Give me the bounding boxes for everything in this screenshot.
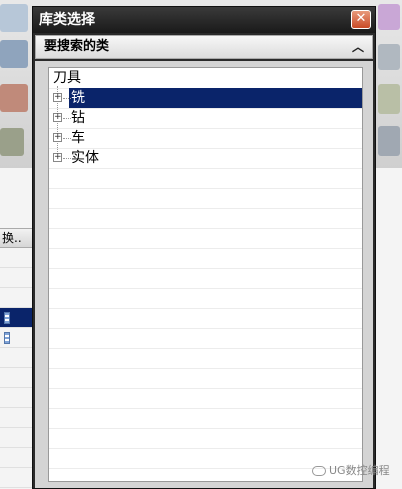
tree-node-drill-label: 钻 xyxy=(71,110,85,126)
grid-line xyxy=(49,388,362,389)
tree-node-turn-label: 车 xyxy=(71,130,85,146)
watermark: UG数控编程 xyxy=(312,462,390,478)
grid-line xyxy=(49,448,362,449)
list-row[interactable] xyxy=(0,328,32,348)
toolbar-tool-icon[interactable] xyxy=(0,128,24,156)
list-row[interactable] xyxy=(0,288,32,308)
section-panel: 刀具 + 铣 + 钻 + 车 + 实体 xyxy=(35,61,373,488)
wechat-icon xyxy=(312,466,326,476)
tree-connector xyxy=(63,158,71,159)
tool-icon xyxy=(4,312,10,324)
grid-line xyxy=(49,168,362,169)
grid-line xyxy=(49,228,362,229)
close-button[interactable]: ✕ xyxy=(351,10,371,29)
grid-line xyxy=(49,408,362,409)
collapse-icon[interactable]: ︿ xyxy=(350,39,366,55)
toolbar-tool-icon[interactable] xyxy=(0,4,28,32)
library-class-dialog: 库类选择 ✕ 要搜索的类 ︿ 刀具 + 铣 + 钻 + 车 + 实体 xyxy=(32,6,376,489)
grid-line xyxy=(49,288,362,289)
background-right-panel xyxy=(376,168,402,489)
class-tree[interactable]: 刀具 + 铣 + 钻 + 车 + 实体 xyxy=(48,67,363,482)
list-row[interactable] xyxy=(0,268,32,288)
tree-node-solid-label: 实体 xyxy=(71,150,99,166)
grid-line xyxy=(49,348,362,349)
list-row[interactable] xyxy=(0,448,32,468)
toolbar-tool-icon[interactable] xyxy=(378,44,400,70)
tree-connector xyxy=(63,118,71,119)
toolbar-tool-icon[interactable] xyxy=(0,40,28,68)
expand-icon[interactable]: + xyxy=(53,133,62,142)
dialog-titlebar[interactable]: 库类选择 ✕ xyxy=(33,7,375,33)
tree-node-turn[interactable] xyxy=(49,128,362,148)
toolbar-tool-icon[interactable] xyxy=(378,126,400,156)
dialog-title: 库类选择 xyxy=(39,12,95,28)
list-row[interactable] xyxy=(0,388,32,408)
grid-line xyxy=(49,208,362,209)
list-row[interactable] xyxy=(0,368,32,388)
list-row[interactable] xyxy=(0,428,32,448)
expand-icon[interactable]: + xyxy=(53,113,62,122)
tree-connector xyxy=(63,138,71,139)
list-row-selected[interactable] xyxy=(0,308,32,328)
toolbar-tool-icon[interactable] xyxy=(0,84,28,112)
tree-connector xyxy=(63,98,71,99)
expand-icon[interactable]: + xyxy=(53,153,62,162)
grid-line xyxy=(49,368,362,369)
tree-node-drill[interactable] xyxy=(49,108,362,128)
tree-root[interactable]: 刀具 xyxy=(49,68,362,88)
close-icon: ✕ xyxy=(355,11,367,26)
tree-node-selected[interactable] xyxy=(69,88,362,108)
grid-line xyxy=(49,248,362,249)
section-header[interactable]: 要搜索的类 ︿ xyxy=(35,35,373,59)
list-row[interactable] xyxy=(0,248,32,268)
watermark-text: UG数控编程 xyxy=(329,464,390,477)
tool-icon xyxy=(4,332,10,344)
list-row[interactable] xyxy=(0,408,32,428)
section-title: 要搜索的类 xyxy=(44,39,110,54)
grid-line xyxy=(49,428,362,429)
tree-root-label: 刀具 xyxy=(53,70,81,86)
grid-line xyxy=(49,188,362,189)
grid-line xyxy=(49,328,362,329)
list-row[interactable] xyxy=(0,468,32,488)
grid-line xyxy=(49,308,362,309)
background-list: 换.. xyxy=(0,168,32,489)
toolbar-tool-icon[interactable] xyxy=(378,4,400,30)
grid-line xyxy=(49,268,362,269)
tree-node-mill-label: 铣 xyxy=(71,90,85,106)
toolbar-tool-icon[interactable] xyxy=(378,84,400,114)
column-header[interactable]: 换.. xyxy=(0,228,32,248)
expand-icon[interactable]: + xyxy=(53,93,62,102)
list-row[interactable] xyxy=(0,348,32,368)
